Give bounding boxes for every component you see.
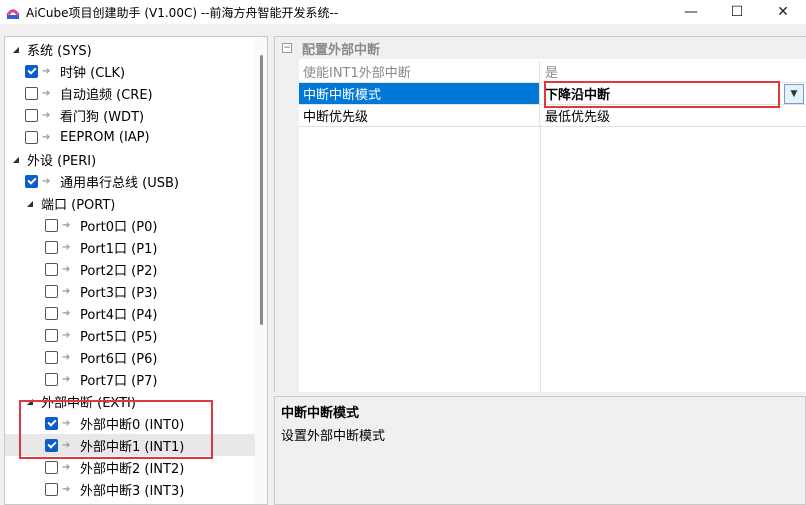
tree-item[interactable]: ➔ 自动追频 (CRE) <box>5 82 255 104</box>
tree-item-label: 时钟 (CLK) <box>60 65 126 81</box>
tree-item-label: EEPROM (IAP) <box>60 129 150 145</box>
tree-item[interactable]: ➔ Port7口 (P7) <box>5 368 255 390</box>
checkbox[interactable] <box>25 86 38 100</box>
arrow-icon: ➔ <box>42 175 51 187</box>
checkbox[interactable] <box>25 64 38 78</box>
tree-item-label: Port2口 (P2) <box>80 263 158 279</box>
value-highlight-box <box>544 81 780 108</box>
property-row-enable[interactable]: 使能INT1外部中断 是 <box>299 61 806 83</box>
checkbox[interactable] <box>25 108 38 122</box>
tree-item-label: Port3口 (P3) <box>80 285 158 301</box>
tree-item-label: 端口 (PORT) <box>41 197 116 213</box>
arrow-icon: ➔ <box>62 461 71 473</box>
tree-item[interactable]: ◢ 系统 (SYS) <box>5 38 255 60</box>
tree-item-label: 看门狗 (WDT) <box>60 109 145 125</box>
checkbox[interactable] <box>45 328 58 342</box>
checkbox[interactable] <box>45 262 58 276</box>
tree-item-label: 外设 (PERI) <box>27 153 97 169</box>
tree-item-label: Port7口 (P7) <box>80 373 158 389</box>
tree-item-label: Port1口 (P1) <box>80 241 158 257</box>
tree-item[interactable]: ➔ Port6口 (P6) <box>5 346 255 368</box>
checkbox[interactable] <box>45 460 58 474</box>
tree-item[interactable]: ➔ Port5口 (P5) <box>5 324 255 346</box>
property-name: 中断中断模式 <box>299 83 540 105</box>
tree-item[interactable]: ➔ 通用串行总线 (USB) <box>5 170 255 192</box>
arrow-icon: ➔ <box>42 65 51 77</box>
category-header[interactable]: − 配置外部中断 <box>275 37 806 59</box>
chevron-down-icon[interactable]: ▼ <box>784 84 804 104</box>
arrow-icon: ➔ <box>62 241 71 253</box>
tree-item-label: 外部中断3 (INT3) <box>80 483 185 499</box>
property-name: 中断优先级 <box>299 105 540 127</box>
tree-item[interactable]: ➔ Port2口 (P2) <box>5 258 255 280</box>
arrow-icon: ➔ <box>42 109 51 121</box>
property-value[interactable]: 是 <box>540 61 806 83</box>
window-title: AiCube项目创建助手 (V1.00C) --前海方舟智能开发系统-- <box>26 5 339 20</box>
tree-scrollbar[interactable] <box>255 37 267 504</box>
tree-item[interactable]: ➔ Port3口 (P3) <box>5 280 255 302</box>
tree-highlight-box <box>19 400 213 459</box>
app-logo-icon <box>4 3 22 21</box>
arrow-icon: ➔ <box>62 307 71 319</box>
arrow-icon: ➔ <box>62 351 71 363</box>
description-title: 中断中断模式 <box>281 406 360 421</box>
maximize-button[interactable]: ☐ <box>714 0 760 24</box>
tree-item-label: Port0口 (P0) <box>80 219 158 235</box>
minimize-button[interactable]: — <box>668 0 714 24</box>
tree-item[interactable]: ➔ 外部中断2 (INT2) <box>5 456 255 478</box>
tree-item[interactable]: ◢ 外设 (PERI) <box>5 148 255 170</box>
arrow-icon: ➔ <box>42 131 51 143</box>
collapse-toggle-icon[interactable]: − <box>282 43 292 53</box>
description-pane: 中断中断模式 设置外部中断模式 <box>274 396 806 505</box>
expand-triangle-icon[interactable]: ◢ <box>25 198 35 208</box>
checkbox[interactable] <box>45 218 58 232</box>
arrow-icon: ➔ <box>62 285 71 297</box>
tree-item[interactable]: ◢ 端口 (PORT) <box>5 192 255 214</box>
tree-item[interactable]: ➔ Port0口 (P0) <box>5 214 255 236</box>
tree-item-label: 通用串行总线 (USB) <box>60 175 179 191</box>
checkbox[interactable] <box>45 240 58 254</box>
checkbox[interactable] <box>45 482 58 496</box>
tree-item-label: Port5口 (P5) <box>80 329 158 345</box>
tree-scrollbar-thumb[interactable] <box>260 55 263 325</box>
expand-triangle-icon[interactable]: ◢ <box>11 44 21 54</box>
property-name: 使能INT1外部中断 <box>299 61 540 83</box>
tree-item[interactable]: ➔ Port1口 (P1) <box>5 236 255 258</box>
arrow-icon: ➔ <box>42 87 51 99</box>
expand-triangle-icon[interactable]: ◢ <box>11 154 21 164</box>
tree-item-label: Port4口 (P4) <box>80 307 158 323</box>
tree-item-label: Port6口 (P6) <box>80 351 158 367</box>
title-bar: AiCube项目创建助手 (V1.00C) --前海方舟智能开发系统-- — ☐… <box>0 0 806 24</box>
arrow-icon: ➔ <box>62 483 71 495</box>
tree-item-label: 外部中断2 (INT2) <box>80 461 185 477</box>
checkbox[interactable] <box>45 350 58 364</box>
checkbox[interactable] <box>25 130 38 144</box>
checkbox[interactable] <box>45 372 58 386</box>
arrow-icon: ➔ <box>62 329 71 341</box>
description-text: 设置外部中断模式 <box>281 429 386 444</box>
tree-item-label: 系统 (SYS) <box>27 43 92 59</box>
arrow-icon: ➔ <box>62 219 71 231</box>
tree-item[interactable]: ➔ 外部中断3 (INT3) <box>5 478 255 500</box>
category-label: 配置外部中断 <box>302 42 381 58</box>
close-button[interactable]: ✕ <box>760 0 806 24</box>
checkbox[interactable] <box>25 174 38 188</box>
tree-item[interactable]: ➔ 时钟 (CLK) <box>5 60 255 82</box>
tree-item[interactable]: ➔ EEPROM (IAP) <box>5 126 255 148</box>
tree-item-label: 自动追频 (CRE) <box>60 87 153 103</box>
tree-item[interactable]: ➔ Port4口 (P4) <box>5 302 255 324</box>
arrow-icon: ➔ <box>62 263 71 275</box>
property-value[interactable]: 最低优先级 <box>540 105 806 127</box>
tree-item[interactable]: ➔ 看门狗 (WDT) <box>5 104 255 126</box>
checkbox[interactable] <box>45 306 58 320</box>
checkbox[interactable] <box>45 284 58 298</box>
property-row-priority[interactable]: 中断优先级 最低优先级 <box>299 105 806 127</box>
arrow-icon: ➔ <box>62 373 71 385</box>
